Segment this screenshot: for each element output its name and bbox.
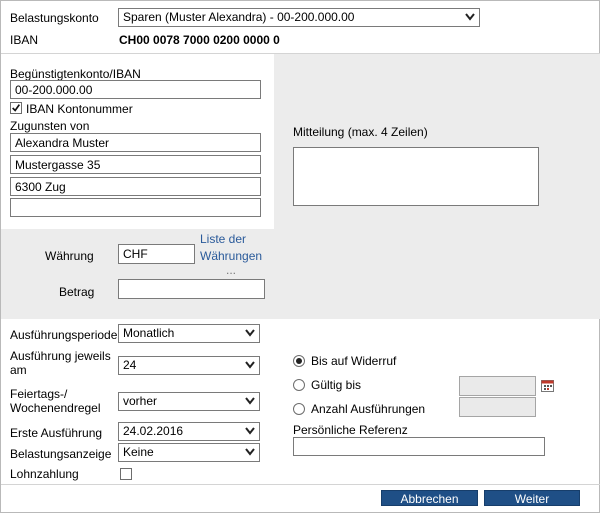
calendar-icon-graphic [541, 380, 554, 392]
period-label: Ausführungsperiode [10, 328, 118, 342]
iban-value: CH00 0078 7000 0200 0000 0 [119, 33, 280, 47]
amount-input[interactable] [118, 279, 265, 299]
address-line-1-value: Alexandra Muster [15, 136, 110, 150]
execution-day-value: 24 [123, 358, 137, 372]
debit-notice-value: Keine [123, 445, 154, 459]
period-value: Monatlich [123, 326, 175, 340]
iban-checkbox[interactable] [10, 102, 22, 114]
currency-list-link[interactable]: Liste der Währungen ... [200, 231, 262, 277]
currency-list-link-line1: Liste der [200, 232, 247, 246]
amount-label: Betrag [59, 285, 95, 299]
address-line-3-value: 6300 Zug [15, 180, 66, 194]
debit-account-select[interactable]: Sparen (Muster Alexandra) - 00-200.000.0… [118, 8, 480, 27]
salary-payment-checkbox[interactable] [120, 468, 132, 480]
chevron-down-icon [465, 13, 475, 21]
chevron-down-icon [245, 329, 255, 337]
holiday-rule-select[interactable]: vorher [118, 392, 260, 411]
period-select[interactable]: Monatlich [118, 324, 260, 343]
cancel-button[interactable]: Abbrechen [381, 490, 478, 506]
personal-reference-input[interactable] [293, 437, 545, 456]
execution-day-label-line2: am [10, 363, 27, 377]
currency-label: Währung [45, 249, 94, 263]
divider [1, 53, 600, 54]
in-favor-label: Zugunsten von [10, 119, 90, 133]
until-revoked-radio[interactable] [293, 355, 305, 367]
payment-form: Belastungskonto Sparen (Muster Alexandra… [0, 0, 600, 513]
executions-count-input[interactable] [459, 397, 536, 417]
checkmark-icon [12, 104, 21, 112]
holiday-rule-label: Feiertags-/ Wochenendregel [10, 387, 101, 415]
debit-notice-select[interactable]: Keine [118, 443, 260, 462]
debit-account-label: Belastungskonto [10, 11, 99, 25]
first-execution-value: 24.02.2016 [123, 424, 184, 438]
holiday-rule-label-line1: Feiertags-/ [10, 387, 68, 401]
valid-until-radio[interactable] [293, 379, 305, 391]
currency-list-link-more: ... [226, 263, 237, 277]
currency-value: CHF [123, 247, 148, 261]
chevron-down-icon [245, 361, 255, 369]
beneficiary-account-label: Begünstigtenkonto/IBAN [10, 67, 141, 81]
execution-day-label: Ausführung jeweils am [10, 349, 111, 377]
currency-panel [1, 229, 600, 319]
beneficiary-account-input[interactable]: 00-200.000.00 [10, 80, 261, 99]
chevron-down-icon [245, 427, 255, 435]
holiday-rule-value: vorher [123, 394, 158, 408]
address-line-2-value: Mustergasse 35 [15, 158, 101, 172]
calendar-icon[interactable] [541, 379, 554, 392]
address-line-3-input[interactable]: 6300 Zug [10, 177, 261, 196]
salary-payment-label: Lohnzahlung [10, 467, 79, 481]
until-revoked-label: Bis auf Widerruf [311, 354, 397, 368]
executions-count-label: Anzahl Ausführungen [311, 402, 426, 416]
debit-account-value: Sparen (Muster Alexandra) - 00-200.000.0… [123, 10, 355, 24]
debit-notice-label: Belastungsanzeige [10, 447, 112, 461]
currency-input[interactable]: CHF [118, 244, 195, 264]
valid-until-input[interactable] [459, 376, 536, 396]
message-label: Mitteilung (max. 4 Zeilen) [293, 125, 428, 139]
executions-count-radio[interactable] [293, 403, 305, 415]
chevron-down-icon [245, 448, 255, 456]
iban-label: IBAN [10, 33, 39, 47]
iban-checkbox-label: IBAN Kontonummer [26, 102, 133, 116]
chevron-down-icon [245, 397, 255, 405]
first-execution-label: Erste Ausführung [10, 426, 103, 440]
address-line-1-input[interactable]: Alexandra Muster [10, 133, 261, 152]
address-line-2-input[interactable]: Mustergasse 35 [10, 155, 261, 174]
holiday-rule-label-line2: Wochenendregel [10, 401, 101, 415]
execution-day-label-line1: Ausführung jeweils [10, 349, 111, 363]
personal-reference-label: Persönliche Referenz [293, 423, 408, 437]
beneficiary-account-value: 00-200.000.00 [15, 83, 93, 97]
valid-until-label: Gültig bis [311, 378, 362, 392]
footer-divider [1, 484, 600, 485]
address-line-4-input[interactable] [10, 198, 261, 217]
first-execution-select[interactable]: 24.02.2016 [118, 422, 260, 441]
next-button[interactable]: Weiter [484, 490, 580, 506]
message-textarea[interactable] [293, 147, 539, 206]
execution-day-select[interactable]: 24 [118, 356, 260, 375]
